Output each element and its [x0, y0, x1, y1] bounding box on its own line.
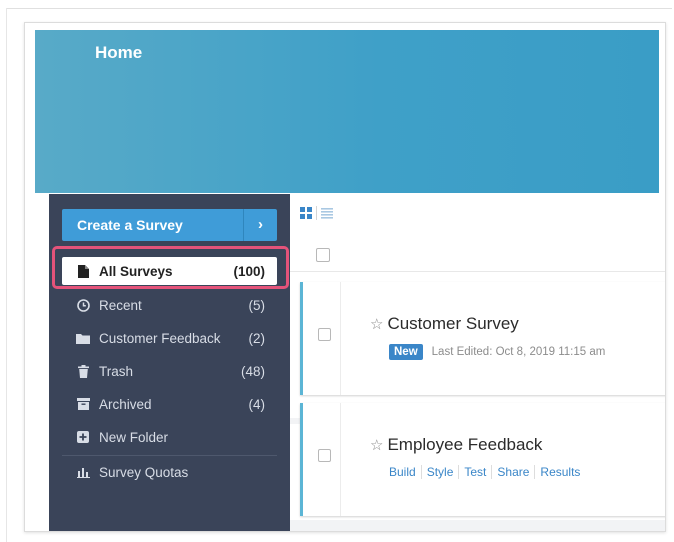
- share-link[interactable]: Share: [491, 465, 534, 479]
- sidebar-item-count: (4): [248, 396, 266, 412]
- survey-title[interactable]: Customer Survey: [387, 314, 518, 334]
- sidebar-divider: [62, 455, 277, 456]
- folder-icon: [74, 333, 92, 344]
- results-link[interactable]: Results: [534, 465, 585, 479]
- survey-meta-row: New Last Edited: Oct 8, 2019 11:15 am: [389, 344, 605, 360]
- left-rule: [6, 8, 7, 542]
- create-survey-arrow-button[interactable]: ›: [243, 209, 277, 241]
- sidebar: Create a Survey › All Surveys (100) Rece…: [49, 194, 290, 531]
- home-banner: Home: [35, 30, 659, 193]
- survey-card-employee-feedback[interactable]: ☆ Employee Feedback Build Style Test Sha…: [300, 403, 665, 516]
- top-rule: [6, 8, 672, 9]
- sidebar-item-trash[interactable]: Trash (48): [62, 357, 277, 385]
- highlight-callout: [52, 246, 289, 289]
- sidebar-item-count: (48): [240, 363, 265, 379]
- page-title: Home: [95, 43, 143, 62]
- style-link[interactable]: Style: [420, 465, 459, 479]
- survey-title-row: ☆ Employee Feedback: [370, 435, 542, 455]
- sidebar-item-survey-quotas[interactable]: Survey Quotas: [62, 458, 277, 486]
- sidebar-item-label: Archived: [99, 396, 152, 412]
- select-all-checkbox[interactable]: [316, 248, 330, 262]
- survey-checkbox[interactable]: [318, 328, 331, 341]
- star-icon[interactable]: ☆: [370, 436, 383, 454]
- sidebar-item-new-folder[interactable]: New Folder: [62, 423, 277, 451]
- sidebar-item-label: Trash: [99, 363, 134, 379]
- survey-checkbox[interactable]: [318, 449, 331, 462]
- create-survey-label: Create a Survey: [77, 217, 183, 233]
- sidebar-item-label: New Folder: [99, 429, 169, 445]
- sidebar-item-customer-feedback[interactable]: Customer Feedback (2): [62, 324, 277, 352]
- test-link[interactable]: Test: [458, 465, 491, 479]
- list-header-rule: [290, 271, 665, 272]
- trash-icon: [74, 364, 92, 378]
- plus-square-icon: [74, 431, 92, 443]
- sidebar-item-label: Customer Feedback: [99, 330, 221, 346]
- card-divider: [340, 403, 341, 516]
- card-divider: [340, 282, 341, 395]
- clock-icon: [74, 298, 92, 312]
- build-link[interactable]: Build: [389, 465, 421, 479]
- survey-card-customer-survey[interactable]: ☆ Customer Survey New Last Edited: Oct 8…: [300, 282, 665, 395]
- sidebar-item-label: Survey Quotas: [99, 464, 189, 480]
- survey-actions: Build Style Test Share Results: [389, 465, 585, 479]
- create-survey-button[interactable]: Create a Survey ›: [62, 209, 277, 241]
- star-icon[interactable]: ☆: [370, 315, 383, 333]
- sidebar-item-recent[interactable]: Recent (5): [62, 291, 277, 319]
- sidebar-item-count: (2): [248, 330, 266, 346]
- app-window: Home Create a Survey › All Surveys (100)…: [24, 22, 666, 532]
- toolbar-separator: [316, 206, 317, 220]
- sidebar-item-label: Recent: [99, 297, 142, 313]
- view-toolbar: [300, 203, 333, 223]
- status-badge: New: [389, 344, 423, 360]
- last-edited-text: Last Edited: Oct 8, 2019 11:15 am: [431, 346, 606, 358]
- survey-title-row: ☆ Customer Survey: [370, 314, 519, 334]
- survey-title[interactable]: Employee Feedback: [387, 435, 542, 455]
- grid-view-icon[interactable]: [300, 207, 312, 219]
- sidebar-item-archived[interactable]: Archived (4): [62, 390, 277, 418]
- archive-icon: [74, 398, 92, 410]
- list-bottom-fill: [290, 520, 665, 531]
- bar-chart-icon: [74, 467, 92, 478]
- sidebar-item-count: (5): [248, 297, 266, 313]
- list-view-icon[interactable]: [321, 207, 333, 219]
